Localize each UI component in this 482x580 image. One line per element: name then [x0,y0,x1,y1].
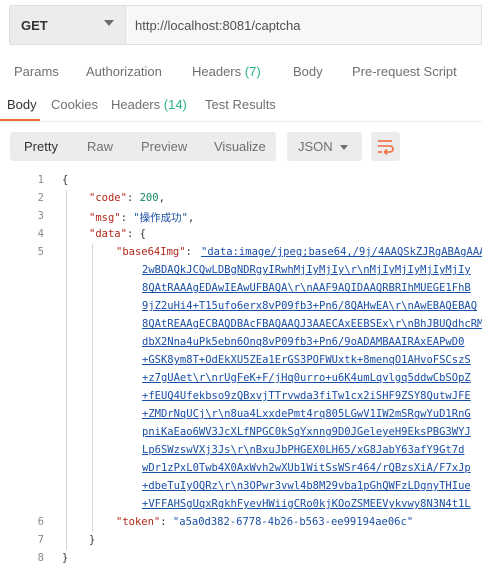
json-number: 200 [139,192,159,204]
json-key: "base64Img" [116,246,186,258]
line-number: 1 [37,174,44,186]
line-number: 2 [37,192,44,204]
line-number: 5 [37,246,44,258]
line-number: 4 [37,228,44,240]
chevron-down-icon [340,145,348,150]
line-number: 3 [37,210,44,222]
base64-line[interactable]: pniKaEao6WV3JcXLfNPGC0kSgYxnng9D0JGeleye… [142,426,471,438]
base64-line[interactable]: wDr1zPxL0Twb4X0AxWvh2wXUb1WitSsWSr464/rQ… [142,462,471,474]
json-line-token: "token": "a5a0d382-6778-4b26-b563-ee9919… [116,516,414,528]
json-key: "data" [89,228,127,240]
tab-params[interactable]: Params [14,64,59,79]
response-tab-body[interactable]: Body [7,97,37,112]
view-mode-group: Pretty Raw Preview Visualize [10,132,276,161]
json-brace: } [89,534,96,546]
headers-count-badge: (7) [244,64,261,79]
response-tab-headers[interactable]: Headers (14) [111,97,187,112]
json-line-code: "code": 200, [89,192,165,204]
response-tab-headers-label: Headers [111,97,161,112]
base64-line[interactable]: +z7gUAet\r\nrUgFeK+F/jHq0urro+u6K4umLqvl… [142,372,471,384]
base64-line[interactable]: Lp6SWzswVXj3Js\r\nBxuJbPHGEX0LH65/xG8Jab… [142,444,464,456]
base64-line[interactable]: +fEUQ4Ufekbso9zQBxvjTTrvwda3fiTw1cx2iSHF… [142,390,471,402]
json-string: "a5a0d382-6778-4b26-b563-ee99194ae06c" [172,516,414,528]
response-headers-count-badge: (14) [163,97,187,112]
method-label: GET [21,18,48,33]
request-url-bar: GET http://localhost:8081/captcha [0,0,482,50]
indent-guide [92,244,93,532]
json-brace: { [139,228,146,240]
line-number: 8 [37,552,44,564]
json-close-brace: } [62,552,69,564]
tab-headers[interactable]: Headers (7) [192,64,261,79]
tab-prerequest-script[interactable]: Pre-request Script [352,64,457,79]
raw-button[interactable]: Raw [87,139,113,154]
method-select[interactable]: GET [9,5,126,45]
response-toolbar: Pretty Raw Preview Visualize JSON [0,130,482,166]
base64-line[interactable]: 9jZ2uHi4+T15ufo6erx8vP09fb3+Pn6/8QAHwEA\… [142,300,477,312]
json-key: "code" [89,192,127,204]
url-text: http://localhost:8081/captcha [135,18,301,33]
pretty-button[interactable]: Pretty [24,139,58,154]
response-body-code[interactable]: 1 2 3 4 5 6 7 8 { "code": 200, "msg": "操… [0,170,482,580]
response-tab-cookies[interactable]: Cookies [51,97,98,112]
json-line-data: "data": { [89,228,146,240]
base64-line[interactable]: 8QAtREAAgECBAQDBAcFBAQAAQJ3AAECAxEEBSEx\… [142,318,482,330]
json-key: "msg" [89,212,121,224]
base64-line[interactable]: +GSK8ym8T+OdEkXU5ZEa1ErGS3POFWUxtk+8menq… [142,354,471,366]
base64-line[interactable]: +ZMDrNqUCj\r\n8ua4LxxdePmt4rq805LGwV1IW2… [142,408,471,420]
active-tab-indicator [0,119,40,121]
base64-line[interactable]: "data:image/jpeg;base64,/9j/4AAQSkZJRgAB… [201,246,482,258]
tab-authorization[interactable]: Authorization [86,64,162,79]
json-line-base64-key: "base64Img": [116,246,192,258]
line-number: 7 [37,534,44,546]
json-open-brace: { [62,174,69,186]
base64-line[interactable]: +dbeTuIyOQRz\r\n3OPwr3vwl4b8M29vba1pGhQW… [142,480,471,492]
base64-line[interactable]: dbX2Nna4uPk5ebn6Onq8vP09fb3+Pn6/9oADAMBA… [142,336,464,348]
request-tabs: Params Authorization Headers (7) Body Pr… [0,58,482,88]
json-line-msg: "msg": "操作成功", [89,212,195,224]
base64-line[interactable]: 2wBDAQkJCQwLDBgNDRgyIRwhMjIyMjIy\r\nMjIy… [142,264,471,276]
response-tabs: Body Cookies Headers (14) Test Results [0,92,482,122]
format-select[interactable]: JSON [287,132,362,161]
visualize-button[interactable]: Visualize [214,139,266,154]
indent-guide [66,190,67,550]
chevron-down-icon [104,20,114,26]
tab-headers-label: Headers [192,64,242,79]
json-key: "token" [116,516,161,528]
base64-line[interactable]: 8QAtRAAAgEDAwIEAwUFBAQA\r\nAAF9AQIDAAQRB… [142,282,471,294]
wrap-lines-button[interactable] [371,132,400,161]
tab-body[interactable]: Body [293,64,323,79]
response-tab-test-results[interactable]: Test Results [205,97,276,112]
wrap-lines-icon [378,140,394,156]
json-string: "操作成功" [133,212,188,224]
base64-line[interactable]: +VFFAHSgUqxRgkhFyevHWiigCRo0kjKOoZSMEEVy… [142,498,471,510]
url-input[interactable]: http://localhost:8081/captcha [126,5,482,45]
format-label: JSON [298,139,333,154]
line-number: 6 [37,516,44,528]
preview-button[interactable]: Preview [141,139,187,154]
